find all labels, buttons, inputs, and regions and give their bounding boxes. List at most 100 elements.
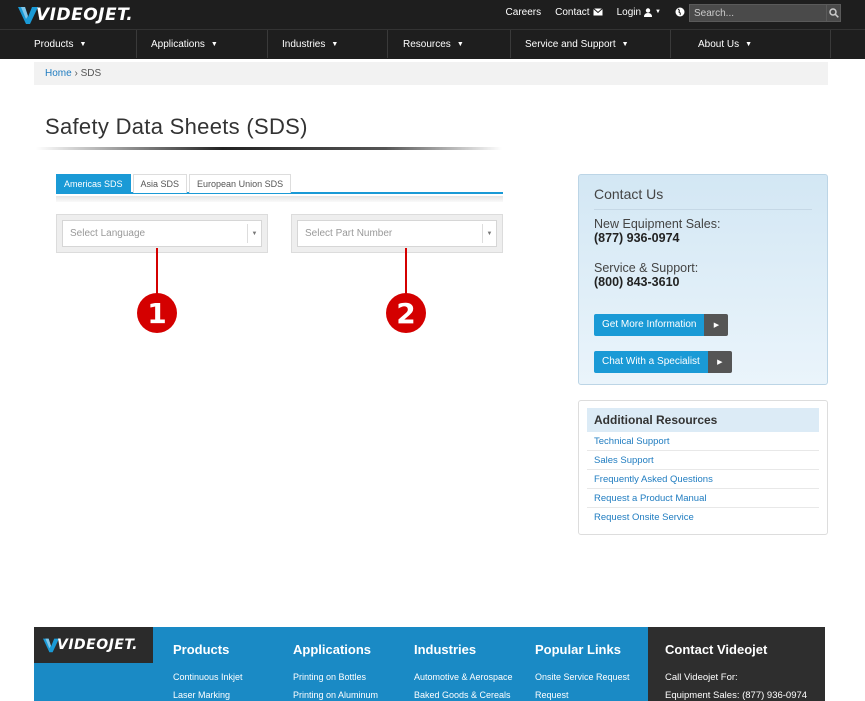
breadcrumb-home-link[interactable]: Home xyxy=(45,68,72,79)
nav-service-support-label: Service and Support xyxy=(525,38,616,50)
footer-industries-title: Industries xyxy=(414,642,477,657)
footer-contact-column: Contact Videojet Call Videojet For: Equi… xyxy=(648,627,825,701)
page-title: Safety Data Sheets (SDS) xyxy=(45,114,308,139)
chevron-down-icon: ▼ xyxy=(621,40,629,48)
videojet-logo[interactable]: VIDEOJET. xyxy=(18,4,133,26)
careers-link[interactable]: Careers xyxy=(506,7,542,18)
tab-americas-sds[interactable]: Americas SDS xyxy=(56,174,131,193)
chevron-down-icon: ▼ xyxy=(655,9,661,15)
user-icon xyxy=(644,7,653,17)
footer-link[interactable]: Laser Marking xyxy=(173,690,243,701)
equipment-sales-label: New Equipment Sales: xyxy=(594,217,721,231)
chat-specialist-label: Chat With a Specialist xyxy=(594,351,708,373)
part-number-select-placeholder: Select Part Number xyxy=(305,228,393,239)
login-link[interactable]: Login ▼ xyxy=(617,7,661,18)
footer-popular-title: Popular Links xyxy=(535,642,621,657)
callout-line-1 xyxy=(156,248,158,296)
chevron-down-icon: ▼ xyxy=(247,224,261,243)
contact-link-label: Contact xyxy=(555,6,590,18)
footer-popular-column: Popular Links Onsite Service Request Req… xyxy=(535,642,630,701)
additional-resources-panel: Additional Resources Technical Support S… xyxy=(578,400,828,535)
footer-contact-phone[interactable]: Equipment Sales: (877) 936-0974 xyxy=(665,690,808,701)
contact-us-panel: Contact Us New Equipment Sales: (877) 93… xyxy=(578,174,828,385)
callout-badge-2: 2 xyxy=(386,293,426,333)
play-arrow-icon: ▶ xyxy=(707,351,732,373)
nav-resources[interactable]: Resources ▼ xyxy=(388,30,511,58)
logo-text: VIDEOJET. xyxy=(36,5,134,25)
sds-tabs: Americas SDS Asia SDS European Union SDS xyxy=(56,174,503,194)
globe-icon[interactable] xyxy=(675,7,685,17)
nav-products[interactable]: Products ▼ xyxy=(0,30,137,58)
nav-applications-label: Applications xyxy=(151,38,205,50)
title-divider xyxy=(36,147,502,150)
footer-applications-column: Applications Printing on Bottles Printin… xyxy=(293,642,378,701)
footer-industries-column: Industries Automotive & Aerospace Baked … xyxy=(414,642,513,701)
get-more-information-label: Get More Information xyxy=(594,314,705,336)
footer-contact-title: Contact Videojet xyxy=(665,642,768,657)
footer-link[interactable]: Continuous Inkjet xyxy=(173,672,243,690)
nav-industries-label: Industries xyxy=(282,38,326,50)
part-number-select-container: Select Part Number ▼ xyxy=(291,214,503,253)
callout-badge-1: 1 xyxy=(137,293,177,333)
resource-link-faq[interactable]: Frequently Asked Questions xyxy=(587,470,819,489)
part-number-select[interactable]: Select Part Number ▼ xyxy=(297,220,497,247)
footer-products-title: Products xyxy=(173,642,230,657)
chevron-down-icon: ▼ xyxy=(745,40,753,48)
logo-mark-icon xyxy=(18,7,38,24)
footer-link[interactable]: Printing on Bottles xyxy=(293,672,378,690)
footer-link[interactable]: Automotive & Aerospace xyxy=(414,672,513,690)
language-select[interactable]: Select Language ▼ xyxy=(62,220,262,247)
callout-line-2 xyxy=(405,248,407,296)
service-support-phone[interactable]: (800) 843-3610 xyxy=(594,275,812,289)
chevron-down-icon: ▼ xyxy=(331,40,339,48)
nav-applications[interactable]: Applications ▼ xyxy=(137,30,268,58)
footer-link[interactable]: Onsite Service Request xyxy=(535,672,630,690)
footer-products-column: Products Continuous Inkjet Laser Marking xyxy=(173,642,243,701)
envelope-icon xyxy=(592,8,603,16)
breadcrumb-separator: › xyxy=(74,68,78,79)
nav-industries[interactable]: Industries ▼ xyxy=(268,30,388,58)
top-header: VIDEOJET. Careers Contact Login ▼ xyxy=(0,0,865,29)
chevron-down-icon: ▼ xyxy=(482,224,496,243)
tabs-shadow xyxy=(56,196,503,202)
chevron-down-icon: ▼ xyxy=(79,40,87,48)
login-link-label: Login xyxy=(616,6,642,18)
resource-link-sales-support[interactable]: Sales Support xyxy=(587,451,819,470)
top-links: Careers Contact Login ▼ xyxy=(506,0,685,24)
footer-applications-title: Applications xyxy=(293,642,372,657)
nav-products-label: Products xyxy=(34,38,74,50)
tab-european-union-sds[interactable]: European Union SDS xyxy=(189,174,292,193)
nav-about-us[interactable]: About Us ▼ xyxy=(671,30,831,58)
search-button[interactable] xyxy=(826,5,840,21)
additional-resources-title: Additional Resources xyxy=(587,408,819,432)
tab-asia-sds[interactable]: Asia SDS xyxy=(132,174,188,193)
search-bar xyxy=(689,4,841,22)
resource-link-onsite-service[interactable]: Request Onsite Service xyxy=(587,508,819,527)
main-nav: Products ▼ Applications ▼ Industries ▼ Reso… xyxy=(0,29,865,59)
play-arrow-icon: ▶ xyxy=(704,314,729,336)
resource-link-product-manual[interactable]: Request a Product Manual xyxy=(587,489,819,508)
search-input[interactable] xyxy=(690,5,826,21)
nav-resources-label: Resources xyxy=(403,38,451,50)
resource-link-technical-support[interactable]: Technical Support xyxy=(587,432,819,451)
footer-link[interactable]: Baked Goods & Cereals xyxy=(414,690,513,701)
chevron-down-icon: ▼ xyxy=(210,40,218,48)
breadcrumb: Home › SDS xyxy=(34,62,828,85)
get-more-information-button[interactable]: Get More Information ▶ xyxy=(594,314,729,336)
equipment-sales-phone[interactable]: (877) 936-0974 xyxy=(594,231,812,245)
service-support-label: Service & Support: xyxy=(594,261,699,275)
search-icon xyxy=(828,8,839,18)
chevron-down-icon: ▼ xyxy=(456,40,464,48)
footer-link[interactable]: Request xyxy=(535,690,630,701)
contact-us-title: Contact Us xyxy=(594,186,812,210)
footer-contact-line: Call Videojet For: xyxy=(665,672,738,683)
breadcrumb-current: SDS xyxy=(80,68,102,79)
nav-about-us-label: About Us xyxy=(698,38,740,50)
contact-link[interactable]: Contact xyxy=(555,6,603,18)
footer: VIDEOJET. Products Continuous Inkjet Las… xyxy=(34,627,825,701)
footer-link[interactable]: Printing on Aluminum xyxy=(293,690,378,701)
nav-service-support[interactable]: Service and Support ▼ xyxy=(511,30,671,58)
language-select-container: Select Language ▼ xyxy=(56,214,268,253)
chat-specialist-button[interactable]: Chat With a Specialist ▶ xyxy=(594,351,732,373)
footer-logo[interactable]: VIDEOJET. xyxy=(34,627,153,663)
